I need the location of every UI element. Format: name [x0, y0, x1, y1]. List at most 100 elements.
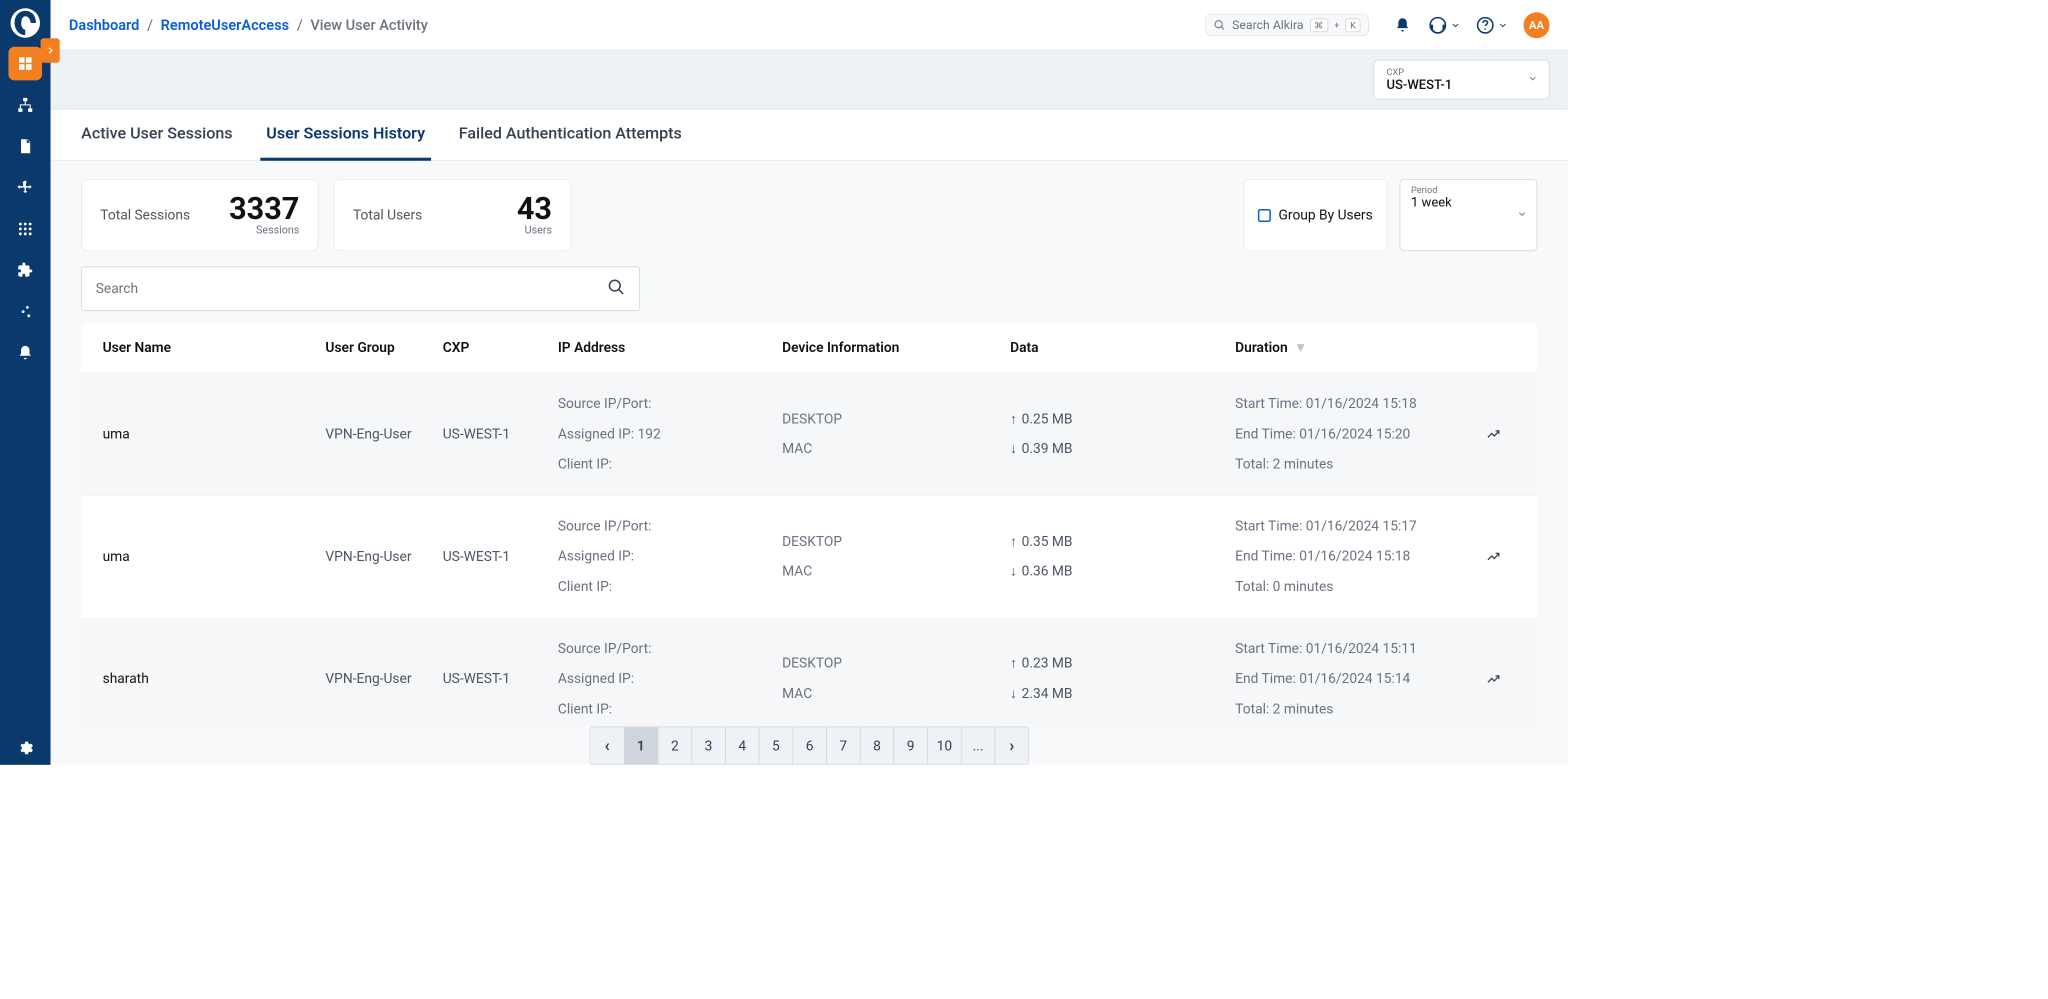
page-2[interactable]: 2	[658, 727, 692, 764]
topbar: Dashboard / RemoteUserAccess / View User…	[51, 0, 1568, 51]
pagination: ‹ 12345678910... ›	[590, 727, 1029, 765]
cell-group: VPN-Eng-User	[325, 671, 442, 687]
breadcrumb-sep: /	[297, 16, 303, 34]
arrow-up-icon	[1010, 404, 1017, 434]
row-action-trend[interactable]	[1471, 671, 1516, 686]
page-next[interactable]: ›	[995, 727, 1029, 764]
table-row: uma VPN-Eng-User US-WEST-1 Source IP/Por…	[81, 496, 1537, 618]
period-select[interactable]: Period 1 week	[1400, 179, 1538, 251]
user-avatar[interactable]: AA	[1524, 12, 1550, 38]
chevron-down-icon	[1450, 20, 1461, 31]
help-icon[interactable]	[1476, 14, 1508, 35]
nav-document[interactable]	[8, 129, 42, 163]
app-logo	[9, 6, 42, 39]
cell-device: DESKTOP MAC	[782, 526, 1010, 587]
sort-desc-icon: ▼	[1294, 340, 1308, 356]
cell-group: VPN-Eng-User	[325, 426, 442, 442]
cell-duration: Start Time: 01/16/2024 15:11 End Time: 0…	[1235, 634, 1471, 725]
search-icon	[1214, 19, 1226, 31]
cell-ip: Source IP/Port: Assigned IP: 192 Client …	[558, 389, 782, 480]
table-search[interactable]	[81, 266, 640, 310]
cell-device: DESKTOP MAC	[782, 404, 1010, 465]
tabs: Active User Sessions User Sessions Histo…	[51, 109, 1568, 160]
stat-total-sessions: Total Sessions 3337 Sessions	[81, 179, 318, 251]
breadcrumb: Dashboard / RemoteUserAccess / View User…	[69, 16, 428, 34]
cxp-label: CXP	[1387, 67, 1516, 78]
kbd-k: K	[1346, 18, 1361, 32]
kbd-cmd: ⌘	[1310, 18, 1328, 32]
page-9[interactable]: 9	[893, 727, 927, 764]
stat-value: 3337	[229, 194, 299, 225]
group-by-label: Group By Users	[1279, 207, 1373, 223]
page-...[interactable]: ...	[961, 727, 995, 764]
nav-notifications[interactable]	[8, 336, 42, 370]
th-duration[interactable]: Duration ▼	[1235, 340, 1471, 356]
nav-topology[interactable]	[8, 88, 42, 122]
cell-group: VPN-Eng-User	[325, 549, 442, 565]
cell-device: DESKTOP MAC	[782, 649, 1010, 710]
page-8[interactable]: 8	[860, 727, 894, 764]
cell-data: 0.23 MB 2.34 MB	[1010, 649, 1235, 710]
nav-gear[interactable]	[8, 731, 42, 765]
arrow-down-icon	[1010, 557, 1017, 587]
row-action-trend[interactable]	[1471, 549, 1516, 564]
cell-user: uma	[103, 426, 326, 442]
breadcrumb-remote[interactable]: RemoteUserAccess	[161, 16, 289, 34]
th-cxp[interactable]: CXP	[443, 340, 558, 356]
cell-user: uma	[103, 549, 326, 565]
page-prev[interactable]: ‹	[590, 727, 624, 764]
tab-active-sessions[interactable]: Active User Sessions	[81, 109, 232, 160]
period-value: 1 week	[1411, 195, 1503, 210]
checkbox-icon	[1258, 209, 1271, 222]
page-1[interactable]: 1	[624, 727, 658, 764]
tab-sessions-history[interactable]: User Sessions History	[266, 109, 425, 160]
cell-data: 0.25 MB 0.39 MB	[1010, 404, 1235, 465]
page-6[interactable]: 6	[792, 727, 826, 764]
th-ip[interactable]: IP Address	[558, 340, 782, 356]
breadcrumb-dashboard[interactable]: Dashboard	[69, 16, 139, 34]
sessions-table: User Name User Group CXP IP Address Devi…	[81, 323, 1537, 726]
cell-cxp: US-WEST-1	[443, 549, 558, 565]
nav-extensions[interactable]	[8, 253, 42, 287]
support-icon[interactable]	[1429, 14, 1461, 35]
chevron-down-icon	[1517, 208, 1528, 223]
sidebar	[0, 0, 51, 765]
cell-data: 0.35 MB 0.36 MB	[1010, 526, 1235, 587]
search-input[interactable]	[96, 281, 607, 297]
page-3[interactable]: 3	[691, 727, 725, 764]
table-row: sharath VPN-Eng-User US-WEST-1 Source IP…	[81, 618, 1537, 726]
bell-icon[interactable]	[1392, 14, 1413, 35]
row-action-trend[interactable]	[1471, 427, 1516, 442]
stat-total-users: Total Users 43 Users	[334, 179, 571, 251]
nav-apps[interactable]	[8, 212, 42, 246]
cell-ip: Source IP/Port: Assigned IP: Client IP:	[558, 511, 782, 602]
chevron-down-icon	[1498, 20, 1509, 31]
stat-title: Total Sessions	[100, 207, 190, 223]
nav-settings-sliders[interactable]	[8, 295, 42, 329]
group-by-users-toggle[interactable]: Group By Users	[1243, 179, 1387, 251]
arrow-down-icon	[1010, 679, 1017, 709]
global-search[interactable]: Search Alkira ⌘ + K	[1205, 14, 1369, 36]
th-data[interactable]: Data	[1010, 340, 1235, 356]
cell-duration: Start Time: 01/16/2024 15:18 End Time: 0…	[1235, 389, 1471, 480]
page-10[interactable]: 10	[927, 727, 961, 764]
page-4[interactable]: 4	[725, 727, 759, 764]
stat-value: 43	[517, 194, 552, 225]
stat-title: Total Users	[353, 207, 422, 223]
cxp-bar: CXP US-WEST-1	[51, 51, 1568, 110]
breadcrumb-sep: /	[147, 16, 153, 34]
th-group[interactable]: User Group	[325, 340, 442, 356]
page-7[interactable]: 7	[826, 727, 860, 764]
cxp-value: US-WEST-1	[1387, 77, 1516, 92]
tab-failed-auth[interactable]: Failed Authentication Attempts	[459, 109, 682, 160]
nav-dashboard[interactable]	[8, 47, 42, 81]
arrow-down-icon	[1010, 434, 1017, 464]
th-dev[interactable]: Device Information	[782, 340, 1010, 356]
sidebar-expand-button[interactable]	[41, 38, 60, 62]
nav-move[interactable]	[8, 171, 42, 205]
page-5[interactable]: 5	[759, 727, 793, 764]
cxp-select[interactable]: CXP US-WEST-1	[1373, 60, 1549, 100]
arrow-up-icon	[1010, 526, 1017, 556]
search-icon	[607, 278, 625, 299]
th-user[interactable]: User Name	[103, 340, 326, 356]
